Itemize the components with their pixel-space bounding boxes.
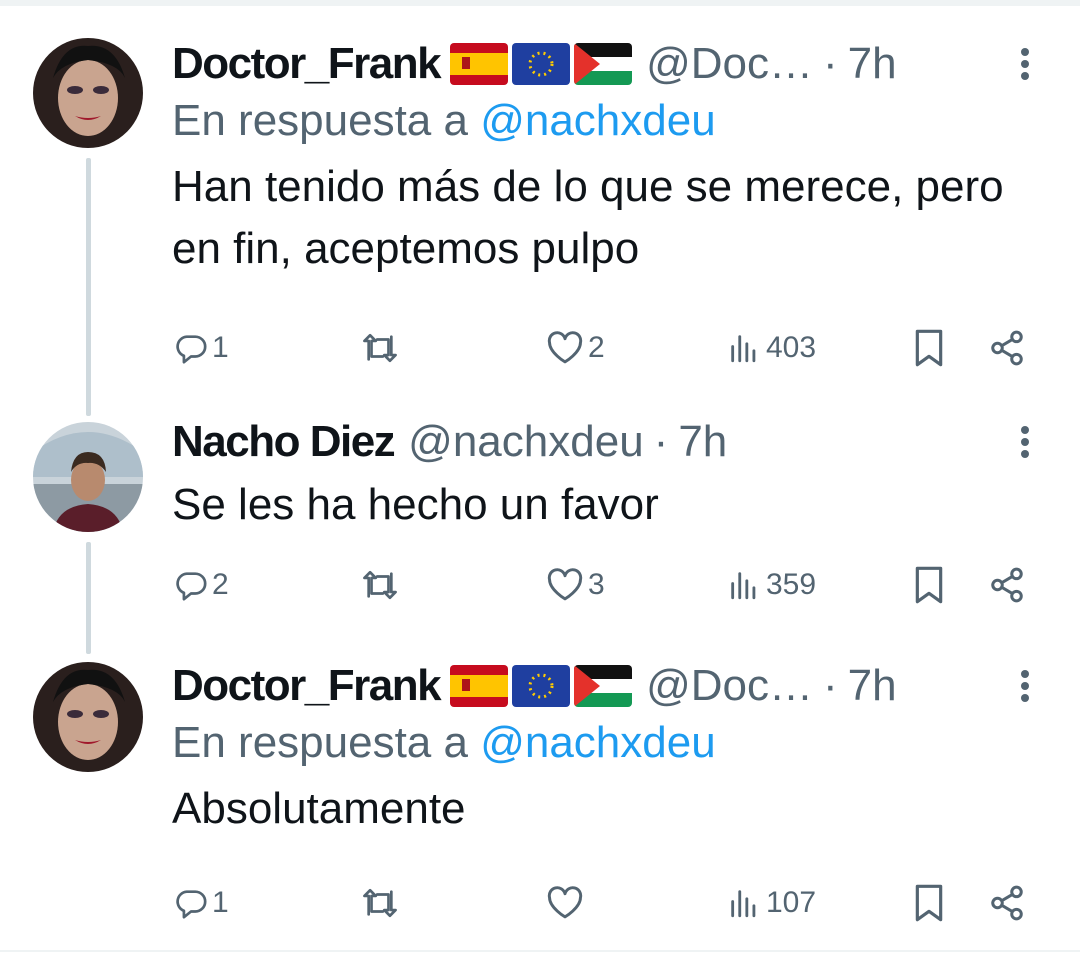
- views-icon: [731, 572, 756, 600]
- reply-button[interactable]: 1: [174, 323, 229, 373]
- avatar[interactable]: [33, 662, 143, 772]
- reply-button[interactable]: 2: [174, 560, 229, 610]
- reply-icon: [176, 890, 207, 919]
- views-button[interactable]: 403: [726, 323, 816, 373]
- palestine-flag-icon: [574, 43, 633, 85]
- reply-count: 2: [212, 568, 229, 601]
- tweet-header: Nacho Diez @nachxdeu · 7h: [172, 414, 1040, 470]
- views-count: 107: [766, 886, 817, 919]
- bookmark-button[interactable]: [912, 560, 946, 610]
- tweet-text: Han tenido más de lo que se merece, pero…: [172, 162, 1004, 273]
- share-icon: [991, 330, 1023, 366]
- avatar[interactable]: [33, 422, 143, 532]
- timestamp[interactable]: 7h: [678, 417, 727, 467]
- retweet-icon: [363, 570, 397, 600]
- display-name[interactable]: Doctor_Frank: [172, 661, 442, 711]
- share-icon: [991, 567, 1023, 603]
- top-divider: [0, 0, 1080, 6]
- display-name[interactable]: Nacho Diez: [172, 417, 396, 467]
- views-button[interactable]: 359: [726, 560, 816, 610]
- views-icon: [731, 890, 756, 918]
- like-count: 3: [588, 568, 605, 601]
- retweet-button[interactable]: [360, 323, 404, 373]
- separator-dot: ·: [653, 417, 669, 466]
- more-icon[interactable]: [1010, 658, 1040, 714]
- share-button[interactable]: [988, 878, 1026, 928]
- bookmark-icon: [915, 329, 943, 367]
- thread-line: [86, 158, 91, 416]
- bookmark-button[interactable]: [912, 323, 946, 373]
- retweet-button[interactable]: [360, 560, 404, 610]
- tweet-header: Doctor_Frank @Doc… · 7h: [172, 36, 1040, 92]
- like-button[interactable]: 2: [546, 323, 605, 373]
- avatar[interactable]: [33, 38, 143, 148]
- bookmark-button[interactable]: [912, 878, 946, 928]
- more-icon[interactable]: [1010, 414, 1040, 470]
- palestine-flag-icon: [574, 665, 633, 707]
- tweet-text: Se les ha hecho un favor: [172, 480, 659, 529]
- like-button[interactable]: 3: [546, 560, 605, 610]
- retweet-icon: [363, 333, 397, 363]
- name-emoji-flags: [450, 665, 633, 707]
- reply-mention-link[interactable]: @nachxdeu: [480, 96, 716, 145]
- eu-flag-icon: [512, 665, 571, 707]
- more-icon[interactable]: [1010, 36, 1040, 92]
- reply-count: 1: [212, 331, 229, 364]
- handle[interactable]: @Doc…: [646, 39, 813, 89]
- eu-flag-icon: [512, 43, 571, 85]
- share-button[interactable]: [988, 323, 1026, 373]
- views-count: 403: [766, 331, 817, 364]
- reply-prefix: En respuesta a: [172, 718, 468, 767]
- reply-count: 1: [212, 886, 229, 919]
- timestamp[interactable]: 7h: [848, 661, 897, 711]
- reply-prefix: En respuesta a: [172, 96, 468, 145]
- timestamp[interactable]: 7h: [848, 39, 897, 89]
- reply-button[interactable]: 1: [174, 878, 229, 928]
- retweet-icon: [363, 888, 397, 918]
- separator-dot: ·: [823, 661, 838, 710]
- like-icon: [547, 886, 583, 919]
- views-count: 359: [766, 568, 817, 601]
- name-emoji-flags: [450, 43, 633, 85]
- views-button[interactable]: 107: [726, 878, 816, 928]
- display-name[interactable]: Doctor_Frank: [172, 39, 442, 89]
- bookmark-icon: [915, 566, 943, 604]
- handle[interactable]: @Doc…: [646, 661, 813, 711]
- like-icon: [547, 331, 583, 364]
- separator-dot: ·: [823, 39, 838, 88]
- tweet-text: Absolutamente: [172, 784, 466, 833]
- like-count: 2: [588, 331, 605, 364]
- bookmark-icon: [915, 884, 943, 922]
- share-button[interactable]: [988, 560, 1026, 610]
- reply-icon: [176, 572, 207, 601]
- reply-context: En respuesta a @nachxdeu: [172, 718, 1040, 768]
- reply-context: En respuesta a @nachxdeu: [172, 96, 1040, 146]
- bottom-divider: [0, 950, 1080, 952]
- handle[interactable]: @nachxdeu: [408, 417, 644, 467]
- like-icon: [547, 568, 583, 601]
- reply-mention-link[interactable]: @nachxdeu: [480, 718, 716, 767]
- views-icon: [731, 335, 756, 363]
- spain-flag-icon: [450, 43, 509, 85]
- spain-flag-icon: [450, 665, 509, 707]
- like-button[interactable]: [546, 878, 588, 928]
- reply-icon: [176, 335, 207, 364]
- share-icon: [991, 885, 1023, 921]
- tweet-header: Doctor_Frank @Doc… · 7h: [172, 658, 1040, 714]
- retweet-button[interactable]: [360, 878, 404, 928]
